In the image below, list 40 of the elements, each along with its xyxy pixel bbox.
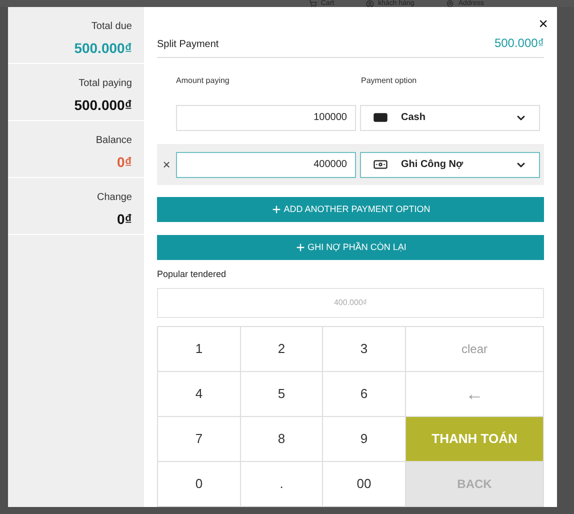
keypad-key[interactable]: 3 [323,327,406,372]
remove-button[interactable]: × [162,154,170,174]
dialog-title: Split Payment [157,38,219,52]
keypad-key[interactable]: 8 [241,417,323,462]
banknote-icon [373,157,388,172]
keypad-key[interactable]: 7 [158,417,241,462]
column-header: Payment option [361,75,417,87]
user-icon [366,0,374,7]
summary-label: Change [96,191,132,205]
cash-icon [373,110,388,125]
summary-value: 0₫ [117,210,132,229]
keypad-key[interactable]: 0 [158,462,241,507]
amount-field[interactable]: 400000 [176,152,356,178]
amount-field[interactable]: 100000 [176,104,356,130]
summary-label: Balance [96,134,132,148]
summary-value: 500.000₫ [74,39,132,58]
tendered-label: Popular tendered [157,268,228,281]
close-button[interactable]: × [538,17,548,33]
payment-option-select[interactable]: Cash [360,104,540,130]
summary-value: 0₫ [117,153,132,172]
column-header: Amount paying [176,75,230,87]
keypad-key[interactable]: 00 [323,462,406,507]
action-button[interactable]: GHI NỢ PHẦN CÒN LẠI [157,235,544,260]
keypad-key[interactable]: 6 [323,372,406,417]
keypad-key[interactable]: . [241,462,323,507]
action-button[interactable]: ADD ANOTHER PAYMENT OPTION [157,197,544,222]
keypad-key[interactable]: 9 [323,417,406,462]
split-total: 500.000₫ [494,35,544,52]
plus-icon [270,204,282,215]
summary-label: Total due [91,20,132,34]
pin-icon [446,0,454,7]
payment-option-select[interactable]: Ghi Công Nợ [360,152,540,178]
plus-icon [294,242,306,253]
keypad-key[interactable]: 4 [158,372,241,417]
keypad-key[interactable]: 5 [241,372,323,417]
keypad-key[interactable]: 1 [158,327,241,372]
summary-label: Total paying [78,77,132,91]
keypad-key[interactable]: 2 [241,327,323,372]
cart-icon [308,0,317,7]
summary-value: 500.000₫ [74,96,132,115]
